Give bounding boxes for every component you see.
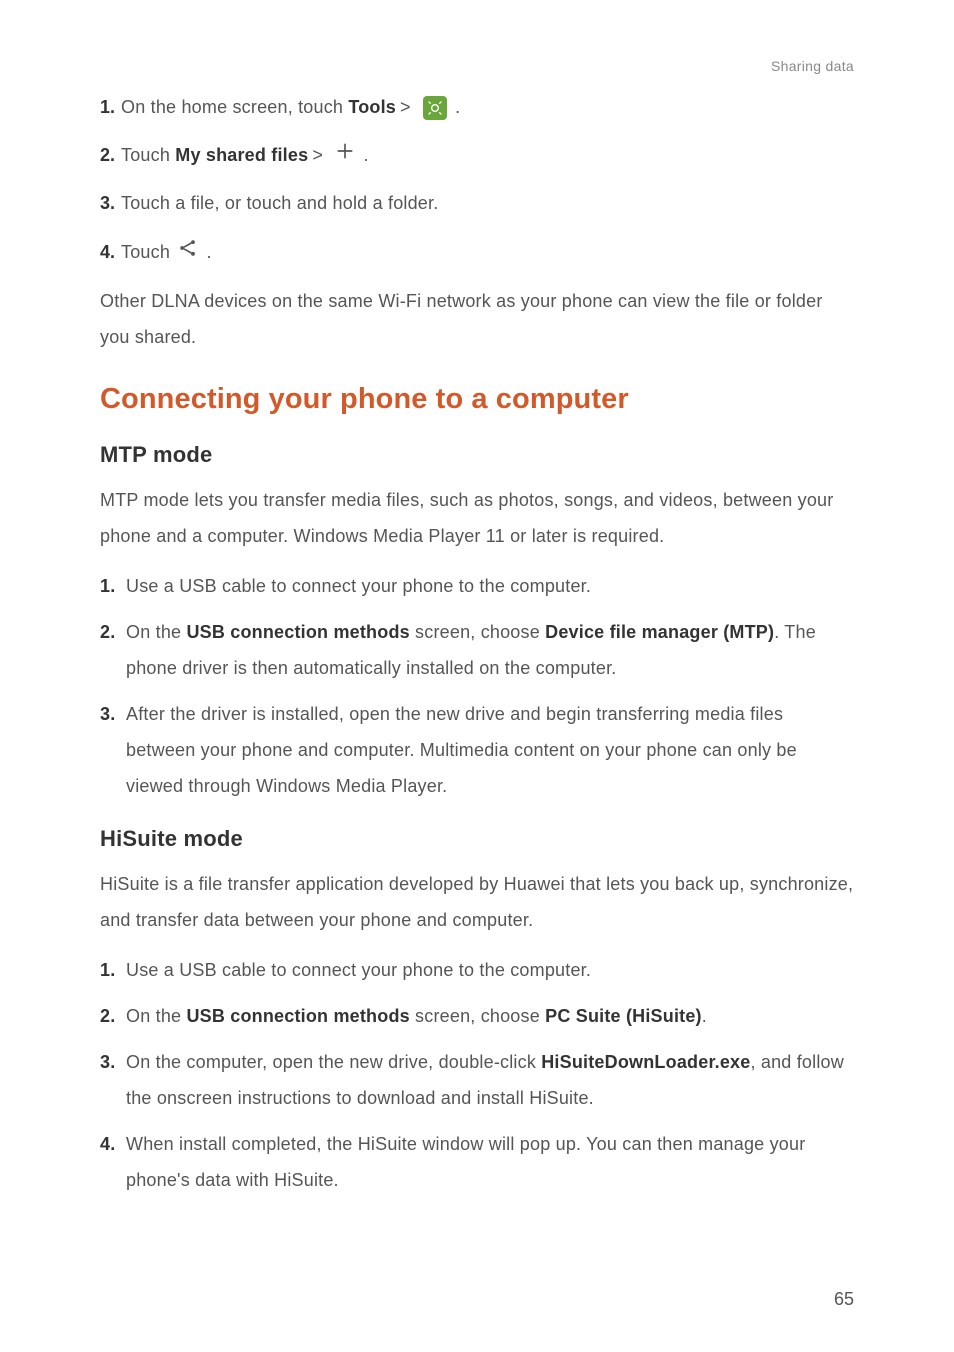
text-pre: On the — [126, 622, 186, 642]
step-text: Touch a file, or touch and hold a folder… — [121, 186, 438, 220]
mtp-step-3: 3. After the driver is installed, open t… — [100, 696, 854, 804]
section-heading: Connecting your phone to a computer — [100, 383, 854, 416]
mtp-step-2: 2. On the USB connection methods screen,… — [100, 614, 854, 686]
text-pre: Touch — [121, 242, 175, 262]
mtp-step-1: 1. Use a USB cable to connect your phone… — [100, 568, 854, 604]
step-number: 2. — [100, 614, 126, 686]
text-post: . — [702, 1006, 707, 1026]
hisuite-option-label: PC Suite (HiSuite) — [545, 1006, 702, 1026]
share-icon — [178, 238, 198, 258]
dlna-app-icon — [423, 96, 447, 120]
text-pre: Touch — [121, 145, 175, 165]
step-number: 3. — [100, 696, 126, 804]
step-number: 3. — [100, 186, 115, 220]
page-content: 1. On the home screen, touch Tools> . 2.… — [100, 55, 854, 1198]
hisuite-step-1: 1. Use a USB cable to connect your phone… — [100, 952, 854, 988]
top-step-1: 1. On the home screen, touch Tools> . — [100, 90, 854, 124]
mtp-heading: MTP mode — [100, 442, 854, 468]
hisuite-step-2: 2. On the USB connection methods screen,… — [100, 998, 854, 1034]
hisuite-step-4: 4. When install completed, the HiSuite w… — [100, 1126, 854, 1198]
top-step-4: 4. Touch . — [100, 235, 854, 269]
hisuite-heading: HiSuite mode — [100, 826, 854, 852]
usb-methods-label: USB connection methods — [186, 622, 409, 642]
step-number: 4. — [100, 1126, 126, 1198]
hisuite-exe-label: HiSuiteDownLoader.exe — [541, 1052, 750, 1072]
hisuite-step-3: 3. On the computer, open the new drive, … — [100, 1044, 854, 1116]
text-mid: screen, choose — [410, 622, 545, 642]
text-mid: screen, choose — [410, 1006, 545, 1026]
step-body: On the USB connection methods screen, ch… — [126, 614, 854, 686]
text-pre: On the home screen, touch — [121, 97, 348, 117]
step-number: 4. — [100, 235, 115, 269]
top-step-2: 2. Touch My shared files> . — [100, 138, 854, 172]
step-body: Use a USB cable to connect your phone to… — [126, 568, 854, 604]
step-body: Use a USB cable to connect your phone to… — [126, 952, 854, 988]
my-shared-files-label: My shared files — [175, 145, 308, 165]
dlna-para: Other DLNA devices on the same Wi-Fi net… — [100, 283, 854, 355]
text-post: . — [206, 242, 211, 262]
hisuite-intro: HiSuite is a file transfer application d… — [100, 866, 854, 938]
step-number: 2. — [100, 138, 115, 172]
text-pre: On the — [126, 1006, 186, 1026]
step-text: On the home screen, touch Tools> . — [121, 90, 460, 124]
step-text: Touch . — [121, 235, 212, 269]
step-number: 3. — [100, 1044, 126, 1116]
plus-icon — [335, 141, 355, 161]
text-pre: On the computer, open the new drive, dou… — [126, 1052, 541, 1072]
mtp-intro: MTP mode lets you transfer media files, … — [100, 482, 854, 554]
step-body: On the computer, open the new drive, dou… — [126, 1044, 854, 1116]
tools-label: Tools — [348, 97, 396, 117]
header-section-label: Sharing data — [771, 58, 854, 74]
text-post: . — [363, 145, 368, 165]
step-body: When install completed, the HiSuite wind… — [126, 1126, 854, 1198]
mtp-option-label: Device file manager (MTP) — [545, 622, 774, 642]
text-post: . — [455, 97, 460, 117]
step-number: 1. — [100, 952, 126, 988]
page-number: 65 — [834, 1289, 854, 1310]
top-step-3: 3. Touch a file, or touch and hold a fol… — [100, 186, 854, 220]
usb-methods-label: USB connection methods — [186, 1006, 409, 1026]
step-body: On the USB connection methods screen, ch… — [126, 998, 854, 1034]
step-text: Touch My shared files> . — [121, 138, 369, 172]
step-body: After the driver is installed, open the … — [126, 696, 854, 804]
step-number: 1. — [100, 568, 126, 604]
step-number: 2. — [100, 998, 126, 1034]
gt-token: > — [312, 145, 323, 165]
gt-token: > — [400, 97, 411, 117]
step-number: 1. — [100, 90, 115, 124]
